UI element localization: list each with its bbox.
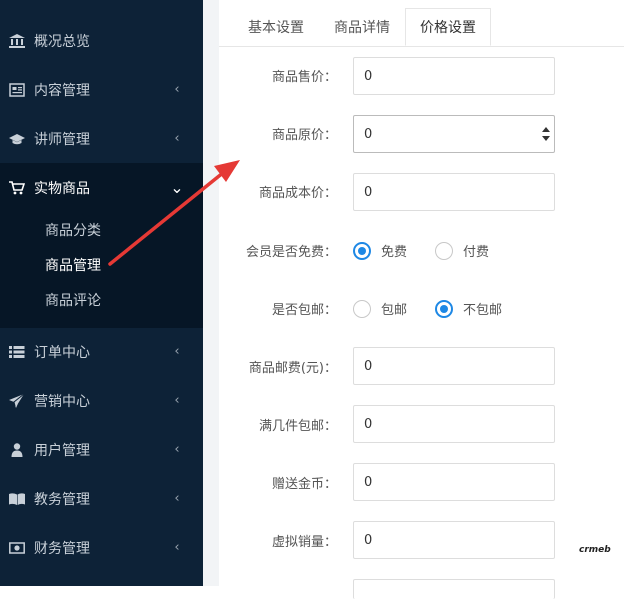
next-field-input[interactable] xyxy=(353,579,555,599)
sidebar-item-label: 讲师管理 xyxy=(34,131,90,148)
chevron-left-icon: ‹ xyxy=(174,540,180,555)
radio-unchecked-icon xyxy=(435,241,453,260)
radio-label: 付费 xyxy=(463,245,490,260)
radio-checked-icon xyxy=(353,241,371,260)
sidebar-item-label: 订单中心 xyxy=(34,344,90,361)
sale-price-input[interactable]: 0 xyxy=(353,57,555,95)
number-spinner[interactable] xyxy=(542,127,550,141)
sale-price-label: 商品售价： xyxy=(271,70,337,85)
paper-plane-icon xyxy=(8,393,26,408)
radio-label: 不包邮 xyxy=(463,303,503,318)
cost-price-input[interactable]: 0 xyxy=(353,173,555,211)
sidebar-item-label: 概况总览 xyxy=(34,33,90,50)
free-shipping-qty-value: 0 xyxy=(364,416,373,432)
sidebar-item-users[interactable]: 用户管理 ‹ xyxy=(0,425,203,474)
cart-icon xyxy=(8,180,26,195)
radio-checked-icon xyxy=(435,299,453,318)
virtual-sales-input[interactable]: 0 xyxy=(353,521,555,559)
chevron-down-icon: ⌄ xyxy=(170,177,184,197)
sale-price-value: 0 xyxy=(364,68,373,84)
sidebar-item-label: 教务管理 xyxy=(34,491,90,508)
bank-icon xyxy=(8,33,26,48)
sidebar-item-label: 内容管理 xyxy=(34,82,90,99)
radio-label: 包邮 xyxy=(381,303,408,318)
virtual-sales-value: 0 xyxy=(364,532,373,548)
gift-coins-label: 赠送金币： xyxy=(271,477,337,492)
sidebar-item-orders[interactable]: 订单中心 ‹ xyxy=(0,327,203,376)
postage-label: 商品邮费(元)： xyxy=(248,361,337,376)
sidebar-item-physical-goods[interactable]: 实物商品 ⌄ xyxy=(0,163,203,212)
spinner-down-icon[interactable] xyxy=(542,136,550,141)
radio-not-free-shipping[interactable]: 不包邮 xyxy=(435,299,502,318)
book-icon xyxy=(8,492,26,506)
tab-bar: 基本设置 商品详情 价格设置 xyxy=(219,0,624,47)
watermark-logo: crmeb xyxy=(579,545,611,555)
chevron-left-icon: ‹ xyxy=(174,442,180,457)
tab-product-details[interactable]: 商品详情 xyxy=(319,8,405,46)
postage-input[interactable]: 0 xyxy=(353,347,555,385)
free-shipping-label: 是否包邮： xyxy=(271,303,337,318)
sidebar-item-label: 财务管理 xyxy=(34,540,90,557)
cost-price-value: 0 xyxy=(364,184,373,200)
radio-label: 免费 xyxy=(381,245,408,260)
free-shipping-qty-input[interactable]: 0 xyxy=(353,405,555,443)
postage-value: 0 xyxy=(364,358,373,374)
chevron-left-icon: ‹ xyxy=(174,491,180,506)
chevron-left-icon: ‹ xyxy=(174,82,180,97)
submenu-item-reviews[interactable]: 商品评论 xyxy=(45,285,101,315)
free-shipping-qty-label: 满几件包邮： xyxy=(258,419,337,434)
radio-free-shipping[interactable]: 包邮 xyxy=(353,299,407,318)
original-price-label: 商品原价： xyxy=(271,128,337,143)
money-icon xyxy=(8,541,26,555)
sidebar-item-lecturer[interactable]: 讲师管理 ‹ xyxy=(0,114,203,163)
sidebar-item-finance[interactable]: 财务管理 ‹ xyxy=(0,523,203,572)
tab-price-settings[interactable]: 价格设置 xyxy=(405,8,491,46)
sidebar-item-label: 用户管理 xyxy=(34,442,90,459)
sidebar-item-content[interactable]: 内容管理 ‹ xyxy=(0,65,203,114)
chevron-left-icon: ‹ xyxy=(174,344,180,359)
sidebar-item-overview[interactable]: 概况总览 xyxy=(0,16,203,65)
cost-price-label: 商品成本价： xyxy=(258,186,337,201)
radio-unchecked-icon xyxy=(353,299,371,318)
gift-coins-value: 0 xyxy=(364,474,373,490)
sidebar-item-marketing[interactable]: 营销中心 ‹ xyxy=(0,376,203,425)
member-free-label: 会员是否免费： xyxy=(245,245,337,260)
submenu-physical-goods: 商品分类 商品管理 商品评论 xyxy=(0,212,203,328)
list-icon xyxy=(8,345,26,359)
gift-coins-input[interactable]: 0 xyxy=(353,463,555,501)
user-icon xyxy=(8,442,26,457)
radio-member-free[interactable]: 免费 xyxy=(353,241,407,260)
main-content: 基本设置 商品详情 价格设置 商品售价： 0 商品原价： 0 商品成本价： 0 … xyxy=(219,0,624,599)
layout-gap xyxy=(203,0,219,586)
tab-basic-settings[interactable]: 基本设置 xyxy=(233,8,319,46)
original-price-input[interactable]: 0 xyxy=(353,115,555,153)
sidebar-item-label: 实物商品 xyxy=(34,180,90,197)
submenu-item-product-management[interactable]: 商品管理 xyxy=(45,250,101,280)
submenu-item-category[interactable]: 商品分类 xyxy=(45,215,101,245)
chevron-left-icon: ‹ xyxy=(174,393,180,408)
chevron-left-icon: ‹ xyxy=(174,131,180,146)
sidebar-item-label: 营销中心 xyxy=(34,393,90,410)
radio-member-paid[interactable]: 付费 xyxy=(435,241,489,260)
virtual-sales-label: 虚拟销量： xyxy=(271,535,337,550)
spinner-up-icon[interactable] xyxy=(542,127,550,132)
newspaper-icon xyxy=(8,82,26,97)
sidebar-item-academic[interactable]: 教务管理 ‹ xyxy=(0,474,203,523)
sidebar: 概况总览 内容管理 ‹ 讲师管理 ‹ 实物商品 ⌄ 商品分类 商品管理 商品评论… xyxy=(0,0,203,586)
graduation-cap-icon xyxy=(8,132,26,146)
original-price-value: 0 xyxy=(364,126,373,142)
